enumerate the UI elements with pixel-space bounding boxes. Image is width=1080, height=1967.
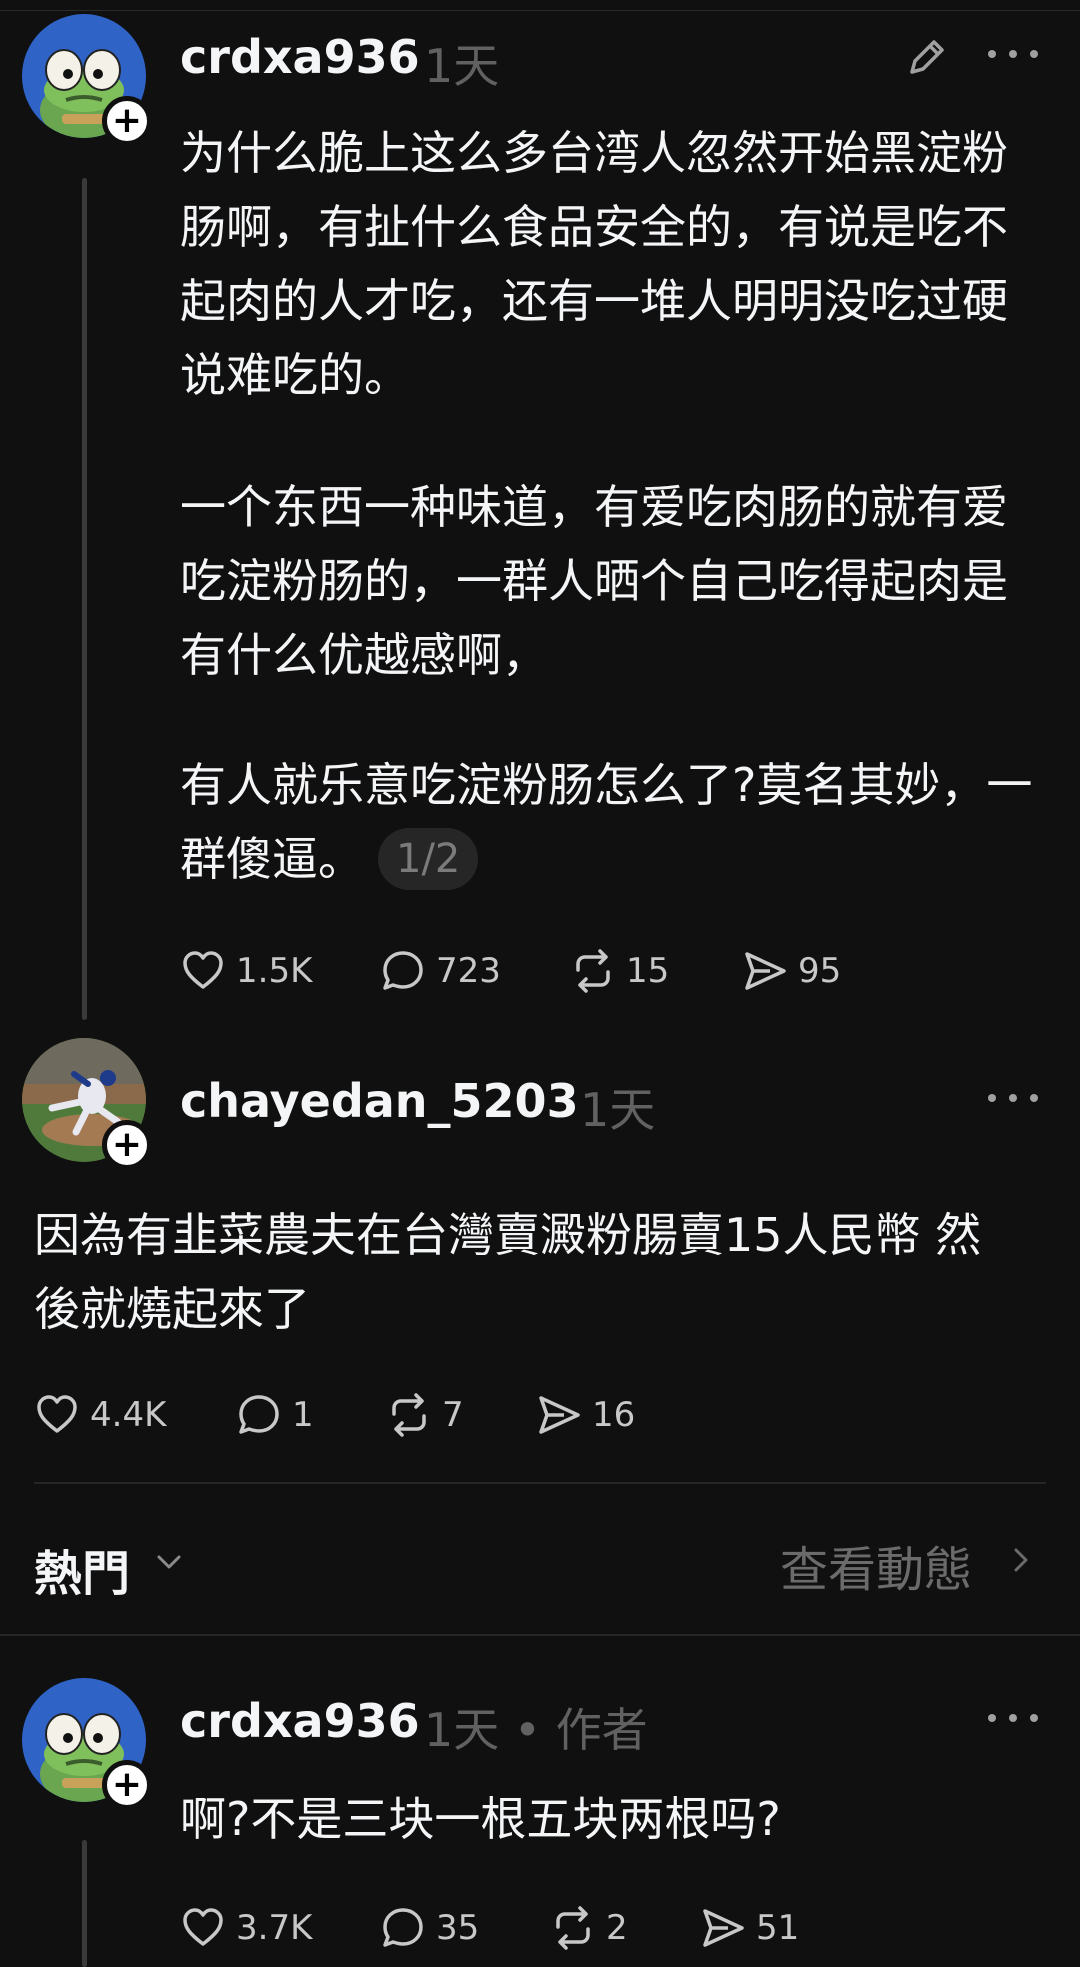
post-time: 1天 [580, 1083, 656, 1137]
more-horizontal-icon[interactable] [988, 1088, 1038, 1108]
post-body-text: 有人就乐意吃淀粉肠怎么了?莫名其妙，一群傻逼。 [180, 758, 1033, 886]
like-button[interactable]: 3.7K [180, 1905, 380, 1951]
like-button[interactable]: 4.4K [34, 1392, 236, 1438]
view-activity-link[interactable]: 查看動態 [780, 1530, 972, 1600]
sort-dropdown[interactable]: 熱門 [34, 1534, 130, 1604]
share-button[interactable]: 95 [742, 948, 841, 994]
share-button[interactable]: 51 [700, 1905, 799, 1951]
like-count: 1.5K [236, 951, 313, 991]
repost-icon [556, 1906, 590, 1950]
reply-button[interactable]: 1 [236, 1392, 386, 1438]
repost-count: 7 [442, 1395, 464, 1435]
like-count: 3.7K [236, 1908, 313, 1948]
reply-count: 723 [436, 951, 501, 991]
comment-icon [383, 951, 423, 990]
top-divider [0, 10, 1080, 11]
more-horizontal-icon[interactable] [988, 44, 1038, 64]
follow-plus-icon[interactable]: + [102, 96, 152, 146]
send-icon [745, 952, 786, 990]
reply-count: 1 [292, 1395, 314, 1435]
thread-line [82, 178, 87, 1020]
heart-icon [37, 1395, 77, 1433]
repost-icon [392, 1393, 426, 1437]
reply-button[interactable]: 723 [380, 948, 570, 994]
action-bar: 1.5K 723 15 95 [180, 946, 841, 996]
pencil-icon[interactable] [904, 34, 950, 80]
post-username[interactable]: crdxa936 [180, 1694, 420, 1748]
repost-icon [576, 949, 610, 993]
repost-count: 2 [606, 1908, 628, 1948]
like-button[interactable]: 1.5K [180, 948, 380, 994]
comment-icon [383, 1908, 423, 1947]
share-count: 16 [592, 1395, 636, 1435]
post-body-paragraph: 一个东西一种味道，有爱吃肉肠的就有爱吃淀粉肠的，一群人晒个自己吃得起肉是有什么优… [180, 480, 1008, 682]
comment-icon [239, 1395, 279, 1434]
action-bar: 3.7K 35 2 51 [180, 1903, 799, 1953]
send-icon [703, 1909, 744, 1947]
share-count: 95 [798, 951, 842, 991]
share-button[interactable]: 16 [536, 1392, 635, 1438]
follow-plus-icon[interactable]: + [102, 1120, 152, 1170]
post-body-text: 因為有韭菜農夫在台灣賣澱粉腸賣15人民幣 然後就燒起來了 [34, 1208, 982, 1336]
reply-button[interactable]: 35 [380, 1905, 550, 1951]
share-count: 51 [756, 1908, 800, 1948]
divider [34, 1482, 1046, 1484]
post-username[interactable]: crdxa936 [180, 30, 420, 84]
heart-icon [183, 1908, 223, 1946]
like-count: 4.4K [90, 1395, 167, 1435]
follow-plus-icon[interactable]: + [102, 1760, 152, 1810]
thread-line [82, 1840, 87, 1967]
reply-count: 35 [436, 1908, 480, 1948]
repost-count: 15 [626, 951, 670, 991]
send-icon [539, 1396, 580, 1434]
post-username[interactable]: chayedan_5203 [180, 1074, 579, 1128]
post-body-text: 啊?不是三块一根五块两根吗? [180, 1792, 781, 1846]
repost-button[interactable]: 15 [570, 948, 742, 994]
heart-icon [183, 951, 223, 989]
post-time: 1天 • 作者 [424, 1703, 648, 1757]
repost-button[interactable]: 2 [550, 1905, 700, 1951]
post-body-paragraph-last: 有人就乐意吃淀粉肠怎么了?莫名其妙，一群傻逼。 1/2 [180, 748, 1050, 896]
chevron-right-icon[interactable] [1004, 1543, 1038, 1577]
page-indicator[interactable]: 1/2 [378, 827, 479, 890]
chevron-down-icon[interactable] [152, 1545, 186, 1579]
post-time: 1天 [424, 39, 500, 93]
section-divider [0, 1634, 1080, 1636]
repost-button[interactable]: 7 [386, 1392, 536, 1438]
post-body-paragraph: 为什么脆上这么多台湾人忽然开始黑淀粉肠啊，有扯什么食品安全的，有说是吃不起肉的人… [180, 126, 1008, 402]
action-bar: 4.4K 1 7 16 [34, 1390, 635, 1440]
more-horizontal-icon[interactable] [988, 1708, 1038, 1728]
